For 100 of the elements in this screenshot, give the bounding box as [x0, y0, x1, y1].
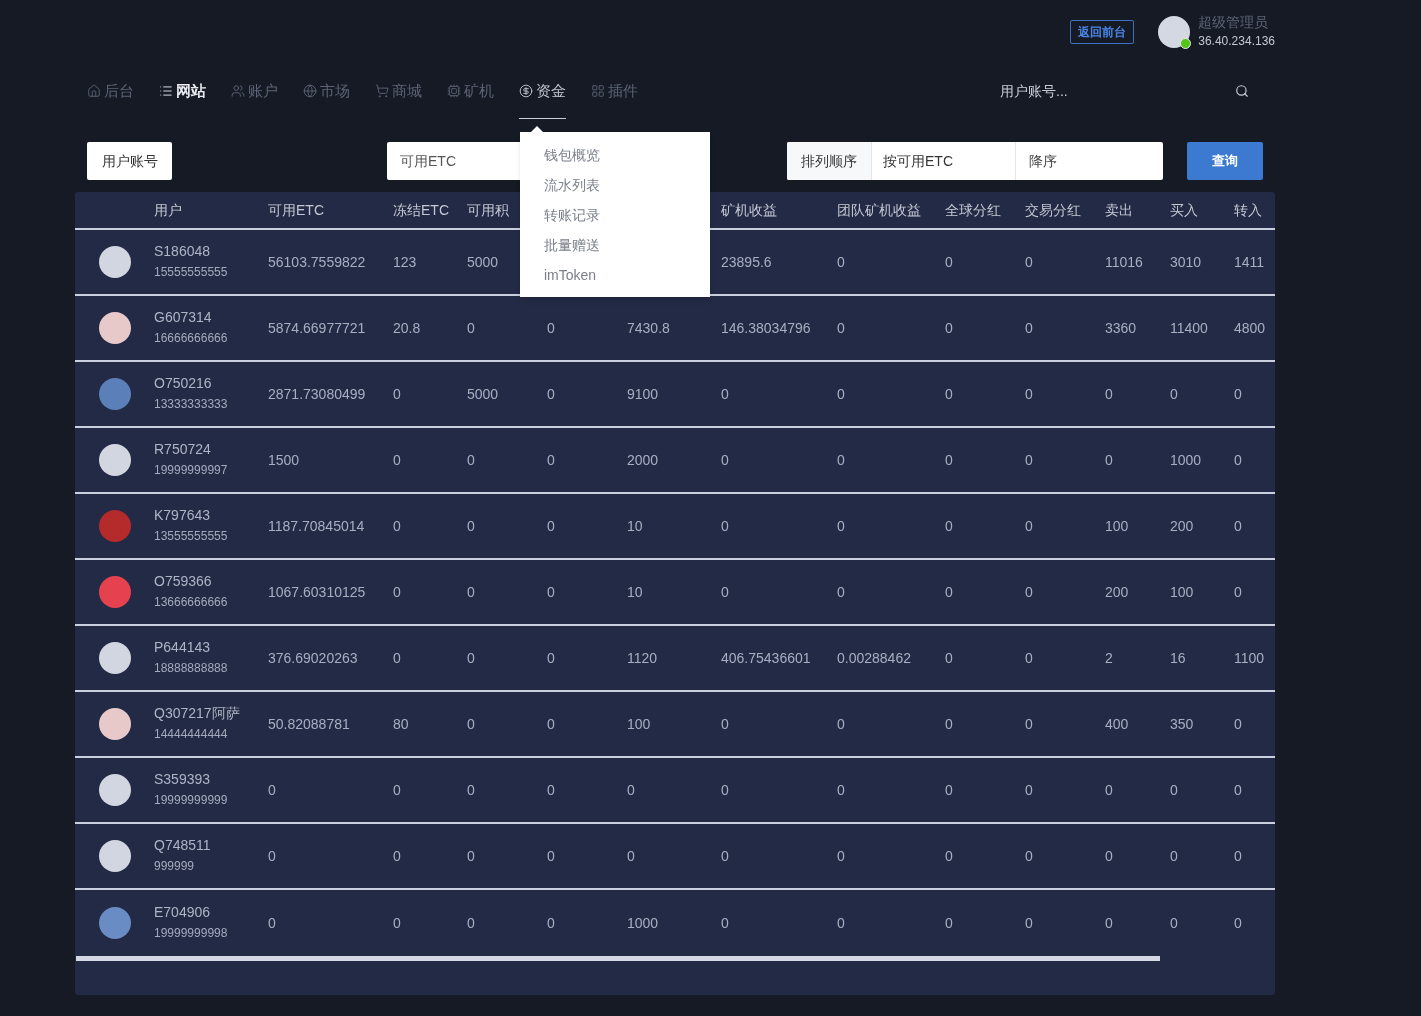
username: E704906	[154, 903, 211, 922]
search-field[interactable]: 用户账号...	[1000, 80, 1227, 102]
table-cell: 200	[1170, 518, 1194, 534]
table-cell: 0	[837, 848, 845, 864]
table-cell: 0	[467, 782, 475, 798]
username: S186048	[154, 242, 211, 261]
column-header: 全球分红	[945, 202, 1001, 218]
column-header: 冻结ETC	[393, 202, 449, 218]
table-cell: 0	[1170, 782, 1178, 798]
table-cell: 0	[837, 254, 845, 270]
column-header: 团队矿机收益	[837, 202, 921, 218]
nav-tab[interactable]: 资金	[519, 78, 566, 104]
table-cell: 0	[1170, 386, 1178, 402]
table-cell: 0	[1025, 782, 1033, 798]
avatar-icon	[99, 642, 131, 674]
table-cell: 0	[627, 848, 635, 864]
table-cell: 0	[547, 848, 555, 864]
table-cell: 0	[837, 915, 845, 931]
table-cell: 0	[1234, 386, 1242, 402]
phone-number: 13666666666	[154, 594, 228, 611]
table-cell: 400	[1105, 716, 1129, 732]
table-cell: 0	[467, 452, 475, 468]
table-cell: 0	[1234, 915, 1242, 931]
chip-icon	[447, 84, 461, 98]
table-cell: 0	[1170, 915, 1178, 931]
username: P644143	[154, 638, 211, 657]
table-cell: 0	[1025, 386, 1033, 402]
table-cell: 0	[627, 782, 635, 798]
table-cell: 0	[721, 452, 729, 468]
table-cell: 0	[721, 716, 729, 732]
menu-item[interactable]: 转账记录	[544, 204, 600, 226]
nav-tab[interactable]: 市场	[303, 78, 350, 104]
nav-tab[interactable]: 后台	[87, 78, 134, 104]
table-cell: 1100	[1234, 650, 1265, 666]
menu-item[interactable]: 批量赠送	[544, 234, 600, 256]
nav-tab[interactable]: 网站	[159, 78, 206, 104]
query-button[interactable]: 查询	[1187, 142, 1263, 180]
table-cell: 0	[1105, 452, 1113, 468]
sort-by-select[interactable]: 按可用ETC	[872, 142, 1016, 180]
table-cell: 0	[547, 518, 555, 534]
table-cell: 0	[837, 782, 845, 798]
table-cell: 0	[393, 915, 401, 931]
table-cell: 0	[721, 386, 729, 402]
table-cell: 0	[1025, 650, 1033, 666]
table-cell: 0	[945, 848, 953, 864]
table-cell: 3360	[1105, 320, 1137, 336]
table-cell: 0	[837, 452, 845, 468]
table-cell: 0	[721, 915, 729, 931]
nav-tab[interactable]: 商城	[375, 78, 422, 104]
table-cell: 0	[945, 518, 953, 534]
table-cell: 1411	[1234, 254, 1265, 270]
table-cell: 0	[1025, 915, 1033, 931]
table-cell: 0	[945, 650, 953, 666]
table-cell: 0	[547, 782, 555, 798]
table-cell: 50.82088781	[268, 716, 350, 732]
table-cell: 0	[1025, 584, 1033, 600]
username: Q748511	[154, 836, 211, 855]
table-cell: 1187.70845014	[268, 518, 365, 534]
table-cell: 0	[945, 782, 953, 798]
username: S359393	[154, 770, 211, 789]
table-cell: 0	[393, 452, 401, 468]
table-cell: 1120	[627, 650, 658, 666]
table-cell: 0	[268, 915, 276, 931]
table-cell: 10	[627, 518, 643, 534]
table-cell: 0	[1025, 254, 1033, 270]
column-header: 可用积	[467, 202, 509, 218]
sort-order-select[interactable]: 降序	[1016, 142, 1163, 180]
avatar-icon	[99, 840, 131, 872]
phone-number: 19999999997	[154, 462, 228, 479]
table-cell: 2	[1105, 650, 1113, 666]
nav-tab[interactable]: 插件	[591, 78, 638, 104]
nav-tab[interactable]: 矿机	[447, 78, 494, 104]
column-header: 交易分红	[1025, 202, 1081, 218]
column-header: 矿机收益	[721, 202, 777, 218]
table-cell: 1000	[627, 915, 659, 931]
table-cell: 0	[1105, 848, 1113, 864]
phone-number: 19999999999	[154, 792, 228, 809]
table-cell: 5000	[467, 254, 499, 270]
table-cell: 9100	[627, 386, 659, 402]
phone-number: 14444444444	[154, 726, 228, 743]
table-cell: 0	[547, 320, 555, 336]
search-icon[interactable]	[1235, 84, 1249, 98]
scrollbar-thumb[interactable]	[76, 956, 1160, 961]
table-cell: 0	[1105, 915, 1113, 931]
balance-select[interactable]: 可用ETC	[387, 142, 520, 180]
menu-item[interactable]: 钱包概览	[544, 144, 600, 166]
menu-item[interactable]: 流水列表	[544, 174, 600, 196]
table-cell: 0	[547, 386, 555, 402]
table-cell: 0	[1025, 518, 1033, 534]
nav-tab[interactable]: 账户	[231, 78, 278, 104]
back-to-frontend-button[interactable]: 返回前台	[1070, 20, 1135, 44]
username: G607314	[154, 308, 212, 327]
menu-item[interactable]: imToken	[544, 264, 597, 286]
table-cell: 0	[393, 584, 401, 600]
column-header: 卖出	[1105, 202, 1133, 218]
table-cell: 0	[1234, 518, 1242, 534]
table-cell: 0	[945, 254, 953, 270]
table-cell: 0	[547, 716, 555, 732]
table-cell: 0	[945, 386, 953, 402]
field-select[interactable]: 用户账号	[87, 142, 172, 180]
